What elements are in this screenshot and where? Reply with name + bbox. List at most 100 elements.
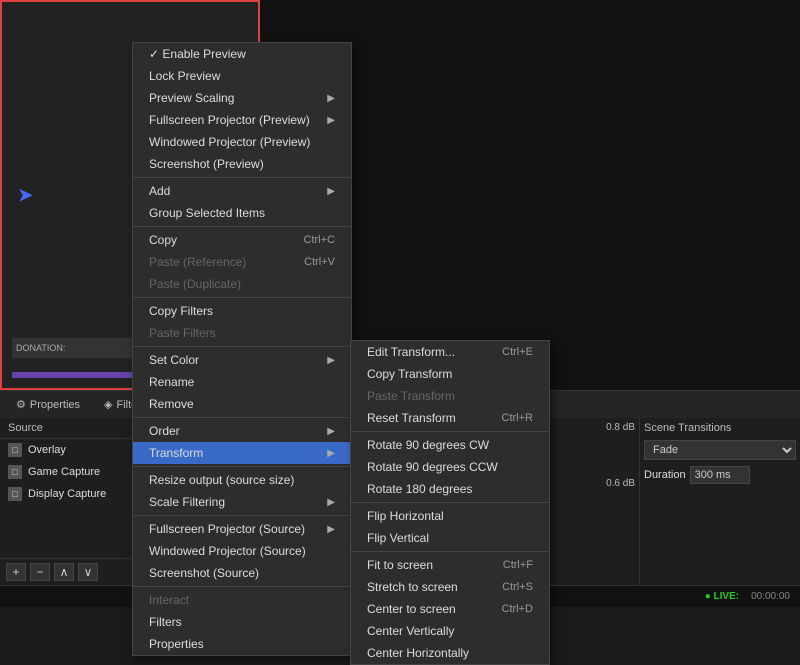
flip-vertical-label: Flip Vertical xyxy=(367,531,429,545)
copy-label: Copy xyxy=(149,233,177,247)
stretch-to-screen-label: Stretch to screen xyxy=(367,580,458,594)
arrow-icon: ▶ xyxy=(327,93,335,104)
duration-input[interactable] xyxy=(690,466,750,484)
menu-resize-output[interactable]: Resize output (source size) xyxy=(133,469,351,491)
submenu-paste-transform[interactable]: Paste Transform xyxy=(351,385,549,407)
arrow-indicator: ➤ xyxy=(17,183,34,208)
fullscreen-preview-label: Fullscreen Projector (Preview) xyxy=(149,113,310,127)
copy-transform-label: Copy Transform xyxy=(367,367,452,381)
submenu-center-horizontally[interactable]: Center Horizontally xyxy=(351,642,549,664)
main-container: ➤ DONATION: ✓ Enable Preview Lock Previe… xyxy=(0,0,800,607)
copy-filters-label: Copy Filters xyxy=(149,304,213,318)
move-down-button[interactable]: ∨ xyxy=(78,563,98,581)
submenu-center-vertically[interactable]: Center Vertically xyxy=(351,620,549,642)
center-shortcut: Ctrl+D xyxy=(502,603,533,615)
menu-transform[interactable]: Transform ▶ xyxy=(133,442,351,464)
separator-4 xyxy=(133,346,351,347)
properties-tab[interactable]: ⚙ Properties xyxy=(8,396,88,413)
menu-paste-duplicate[interactable]: Paste (Duplicate) xyxy=(133,273,351,295)
separator-2 xyxy=(133,226,351,227)
submenu-flip-horizontal[interactable]: Flip Horizontal xyxy=(351,505,549,527)
overlay-icon: □ xyxy=(8,443,22,457)
interact-label: Interact xyxy=(149,593,189,607)
resize-output-label: Resize output (source size) xyxy=(149,473,294,487)
display-capture-label: Display Capture xyxy=(28,488,106,500)
channel-1-db-value: 0.8 dB xyxy=(606,422,635,433)
separator-8 xyxy=(133,586,351,587)
menu-scale-filtering[interactable]: Scale Filtering ▶ xyxy=(133,491,351,513)
menu-windowed-source[interactable]: Windowed Projector (Source) xyxy=(133,540,351,562)
separator-t1 xyxy=(351,431,549,432)
preview-scaling-label: Preview Scaling xyxy=(149,91,234,105)
submenu-rotate-90-cw[interactable]: Rotate 90 degrees CW xyxy=(351,434,549,456)
copy-shortcut: Ctrl+C xyxy=(304,234,335,246)
separator-1 xyxy=(133,177,351,178)
menu-copy-filters[interactable]: Copy Filters xyxy=(133,300,351,322)
edit-transform-shortcut: Ctrl+E xyxy=(502,346,533,358)
separator-5 xyxy=(133,417,351,418)
menu-properties[interactable]: Properties xyxy=(133,633,351,655)
menu-windowed-preview[interactable]: Windowed Projector (Preview) xyxy=(133,131,351,153)
rename-label: Rename xyxy=(149,375,194,389)
submenu-flip-vertical[interactable]: Flip Vertical xyxy=(351,527,549,549)
scene-transitions-header: Scene Transitions xyxy=(644,422,796,434)
menu-screenshot-source[interactable]: Screenshot (Source) xyxy=(133,562,351,584)
menu-group-selected[interactable]: Group Selected Items xyxy=(133,202,351,224)
game-capture-icon: □ xyxy=(8,465,22,479)
arrow-icon: ▶ xyxy=(327,115,335,126)
submenu-rotate-90-ccw[interactable]: Rotate 90 degrees CCW xyxy=(351,456,549,478)
reset-transform-label: Reset Transform xyxy=(367,411,456,425)
context-menu: ✓ Enable Preview Lock Preview Preview Sc… xyxy=(132,42,352,656)
fit-shortcut: Ctrl+F xyxy=(503,559,533,571)
properties-label: Properties xyxy=(149,637,204,651)
transition-type-select[interactable]: Fade Cut xyxy=(644,440,796,460)
menu-screenshot-preview[interactable]: Screenshot (Preview) xyxy=(133,153,351,175)
gear-icon: ⚙ xyxy=(16,398,26,411)
paste-duplicate-label: Paste (Duplicate) xyxy=(149,277,241,291)
separator-t3 xyxy=(351,551,549,552)
set-color-label: Set Color xyxy=(149,353,199,367)
submenu-edit-transform[interactable]: Edit Transform... Ctrl+E xyxy=(351,341,549,363)
menu-copy[interactable]: Copy Ctrl+C xyxy=(133,229,351,251)
menu-preview-scaling[interactable]: Preview Scaling ▶ xyxy=(133,87,351,109)
menu-filters[interactable]: Filters xyxy=(133,611,351,633)
menu-rename[interactable]: Rename xyxy=(133,371,351,393)
menu-fullscreen-preview[interactable]: Fullscreen Projector (Preview) ▶ xyxy=(133,109,351,131)
rotate-180-label: Rotate 180 degrees xyxy=(367,482,472,496)
submenu-fit-to-screen[interactable]: Fit to screen Ctrl+F xyxy=(351,554,549,576)
menu-enable-preview[interactable]: ✓ Enable Preview xyxy=(133,43,351,65)
windowed-preview-label: Windowed Projector (Preview) xyxy=(149,135,310,149)
flip-horizontal-label: Flip Horizontal xyxy=(367,509,444,523)
menu-lock-preview[interactable]: Lock Preview xyxy=(133,65,351,87)
submenu-copy-transform[interactable]: Copy Transform xyxy=(351,363,549,385)
arrow-icon: ▶ xyxy=(327,186,335,197)
arrow-icon: ▶ xyxy=(327,448,335,459)
stretch-shortcut: Ctrl+S xyxy=(502,581,533,593)
add-source-button[interactable]: + xyxy=(6,563,26,581)
separator-3 xyxy=(133,297,351,298)
move-up-button[interactable]: ∧ xyxy=(54,563,74,581)
order-label: Order xyxy=(149,424,180,438)
filters-label: Filters xyxy=(149,615,182,629)
menu-add[interactable]: Add ▶ xyxy=(133,180,351,202)
submenu-stretch-to-screen[interactable]: Stretch to screen Ctrl+S xyxy=(351,576,549,598)
live-indicator: ● LIVE: xyxy=(705,591,739,602)
arrow-icon: ▶ xyxy=(327,497,335,508)
transform-submenu: Edit Transform... Ctrl+E Copy Transform … xyxy=(350,340,550,665)
menu-set-color[interactable]: Set Color ▶ xyxy=(133,349,351,371)
menu-interact[interactable]: Interact xyxy=(133,589,351,611)
separator-7 xyxy=(133,515,351,516)
submenu-rotate-180[interactable]: Rotate 180 degrees xyxy=(351,478,549,500)
remove-source-button[interactable]: − xyxy=(30,563,50,581)
menu-paste-filters[interactable]: Paste Filters xyxy=(133,322,351,344)
rotate-90-ccw-label: Rotate 90 degrees CCW xyxy=(367,460,498,474)
menu-remove[interactable]: Remove xyxy=(133,393,351,415)
edit-transform-label: Edit Transform... xyxy=(367,345,455,359)
submenu-center-to-screen[interactable]: Center to screen Ctrl+D xyxy=(351,598,549,620)
center-vertically-label: Center Vertically xyxy=(367,624,454,638)
menu-fullscreen-source[interactable]: Fullscreen Projector (Source) ▶ xyxy=(133,518,351,540)
menu-order[interactable]: Order ▶ xyxy=(133,420,351,442)
submenu-reset-transform[interactable]: Reset Transform Ctrl+R xyxy=(351,407,549,429)
live-time: 00:00:00 xyxy=(751,591,790,602)
menu-paste-reference[interactable]: Paste (Reference) Ctrl+V xyxy=(133,251,351,273)
